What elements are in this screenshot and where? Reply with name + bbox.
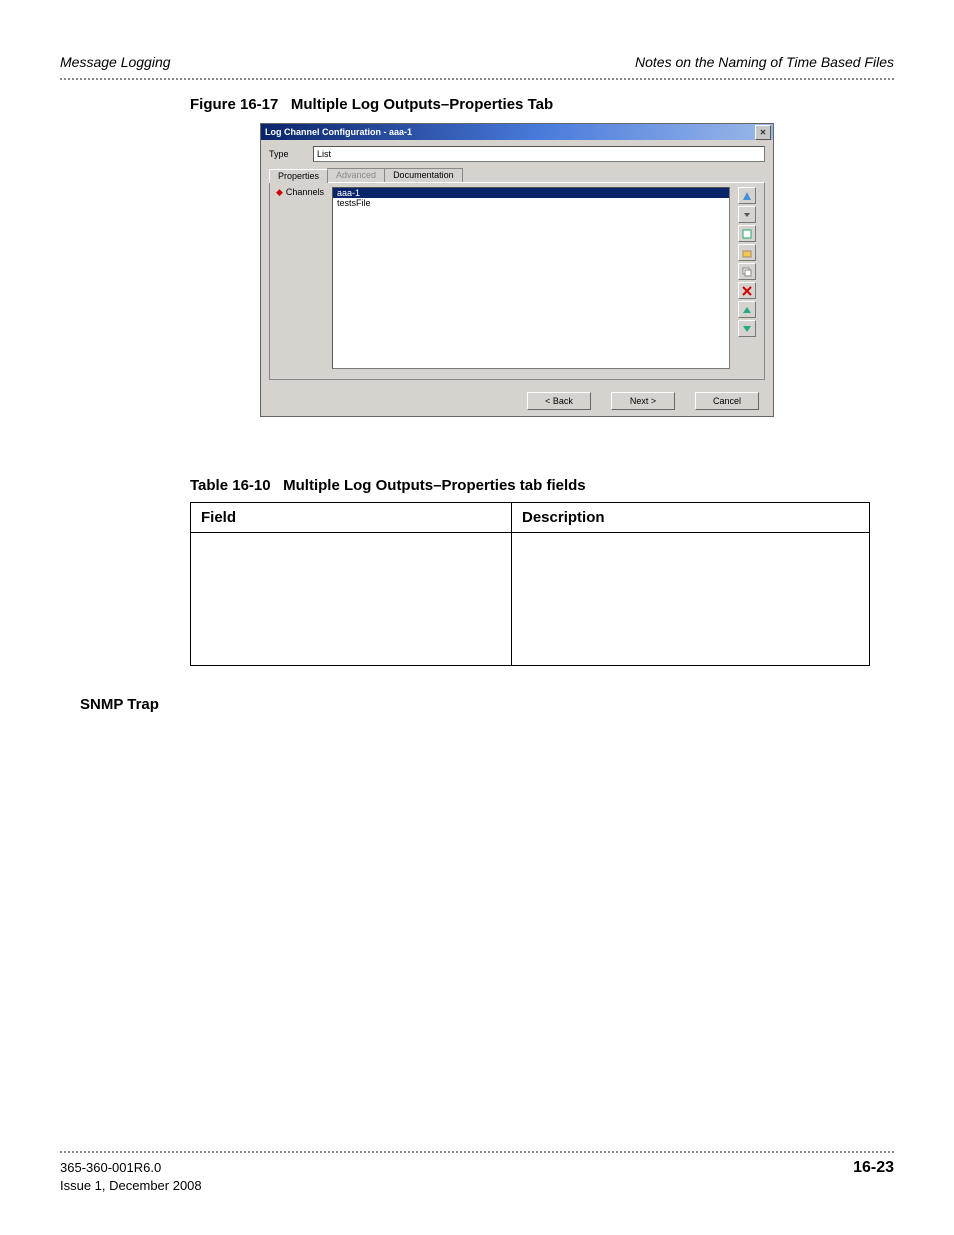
channels-listbox[interactable]: aaa-1 testsFile xyxy=(332,187,730,369)
copy-icon[interactable] xyxy=(738,263,756,280)
doc-number: 365-360-001R6.0 xyxy=(60,1160,161,1175)
col-field: Field xyxy=(191,503,512,533)
table-caption: Table 16-10 Multiple Log Outputs–Propert… xyxy=(190,477,894,494)
list-item[interactable]: testsFile xyxy=(333,198,729,208)
type-label: Type xyxy=(269,149,313,159)
section-heading: SNMP Trap xyxy=(80,696,894,713)
page: Message Logging Notes on the Naming of T… xyxy=(0,0,954,1235)
type-field[interactable]: List xyxy=(313,146,765,162)
running-head-left: Message Logging xyxy=(60,54,171,70)
properties-panel: ◆Channels aaa-1 testsFile xyxy=(269,182,765,380)
open-icon[interactable] xyxy=(738,244,756,261)
list-item[interactable]: aaa-1 xyxy=(333,188,729,198)
running-head: Message Logging Notes on the Naming of T… xyxy=(60,54,894,70)
tab-properties[interactable]: Properties xyxy=(269,169,328,183)
figure-title: Multiple Log Outputs–Properties Tab xyxy=(291,96,553,113)
footer: 365-360-001R6.0 Issue 1, December 2008 1… xyxy=(60,1151,894,1195)
header-rule xyxy=(60,78,894,80)
doc-issue: Issue 1, December 2008 xyxy=(60,1178,202,1193)
table-cell xyxy=(512,533,870,666)
dialog-log-channel-config: Log Channel Configuration - aaa-1 ✕ Type… xyxy=(260,123,774,417)
channels-label: ◆Channels xyxy=(276,187,332,369)
col-description: Description xyxy=(512,503,870,533)
add-icon[interactable] xyxy=(738,187,756,204)
close-icon[interactable]: ✕ xyxy=(755,125,771,140)
table-number: Table 16-10 xyxy=(190,477,271,494)
down-icon[interactable] xyxy=(738,320,756,337)
table-title: Multiple Log Outputs–Properties tab fiel… xyxy=(283,477,586,494)
page-number: 16-23 xyxy=(853,1159,894,1195)
list-toolbar xyxy=(738,187,758,369)
dialog-titlebar: Log Channel Configuration - aaa-1 ✕ xyxy=(261,124,773,140)
table-cell xyxy=(191,533,512,666)
cancel-button[interactable]: Cancel xyxy=(695,392,759,410)
dialog-title: Log Channel Configuration - aaa-1 xyxy=(265,127,412,137)
tabs: Properties Advanced Documentation xyxy=(269,168,765,182)
tab-documentation[interactable]: Documentation xyxy=(384,168,463,182)
dialog-button-row: < Back Next > Cancel xyxy=(261,390,773,416)
footer-left: 365-360-001R6.0 Issue 1, December 2008 xyxy=(60,1159,202,1195)
up-icon[interactable] xyxy=(738,301,756,318)
figure-number: Figure 16-17 xyxy=(190,96,278,113)
delete-icon[interactable] xyxy=(738,282,756,299)
footer-rule xyxy=(60,1151,894,1153)
new-icon[interactable] xyxy=(738,225,756,242)
figure-caption: Figure 16-17 Multiple Log Outputs–Proper… xyxy=(190,96,894,113)
next-button[interactable]: Next > xyxy=(611,392,675,410)
figure-dialog-screenshot: Log Channel Configuration - aaa-1 ✕ Type… xyxy=(260,123,894,417)
running-head-right: Notes on the Naming of Time Based Files xyxy=(635,54,894,70)
back-button[interactable]: < Back xyxy=(527,392,591,410)
tab-advanced[interactable]: Advanced xyxy=(327,168,385,182)
fields-table: Field Description xyxy=(190,502,870,666)
scroll-icon[interactable] xyxy=(738,206,756,223)
type-row: Type List xyxy=(269,146,765,162)
